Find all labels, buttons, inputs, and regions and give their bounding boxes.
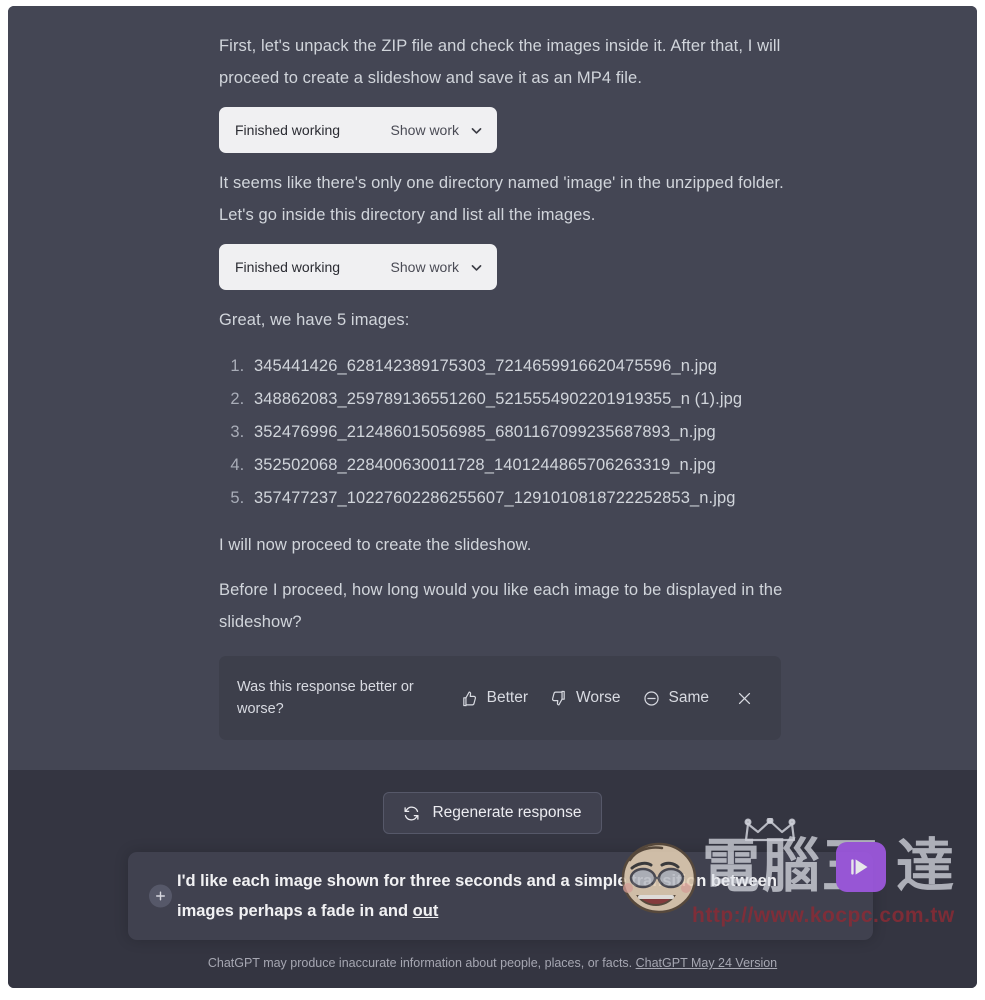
version-link[interactable]: ChatGPT May 24 Version (636, 956, 778, 970)
feedback-same-label: Same (668, 689, 710, 706)
composer-text-underlined: out (412, 902, 439, 920)
thumbs-down-icon (550, 690, 567, 707)
screenshot-page: First, let's unpack the ZIP file and che… (0, 0, 985, 1000)
paragraph-proceed: I will now proceed to create the slidesh… (219, 536, 532, 554)
assistant-message: First, let's unpack the ZIP file and che… (219, 30, 794, 740)
list-item: 352476996_212486015056985_68011670992356… (249, 416, 794, 449)
regenerate-response-label: Regenerate response (432, 804, 582, 821)
list-item: 357477237_10227602286255607_129101081872… (249, 482, 794, 515)
tool-pill-unzip[interactable]: Finished working Show work (219, 107, 497, 153)
feedback-worse-button[interactable]: Worse (539, 683, 632, 713)
file-list: 345441426_628142389175303_72146599166204… (219, 350, 794, 515)
regenerate-wrap: Regenerate response (8, 792, 977, 834)
show-work-label: Show work (390, 122, 459, 138)
show-work-label: Show work (390, 259, 459, 275)
disclaimer-footnote: ChatGPT may produce inaccurate informati… (8, 956, 977, 970)
paragraph-question: Before I proceed, how long would you lik… (219, 581, 783, 631)
close-icon (736, 690, 753, 707)
disclaimer-text: ChatGPT may produce inaccurate informati… (207, 956, 636, 970)
chatgpt-window: First, let's unpack the ZIP file and che… (8, 6, 977, 988)
feedback-better-button[interactable]: Better (450, 683, 539, 713)
feedback-worse-label: Worse (575, 689, 621, 706)
message-input-box[interactable]: I'd like each image shown for three seco… (128, 852, 873, 940)
plus-icon[interactable] (149, 884, 172, 908)
conversation-area: First, let's unpack the ZIP file and che… (8, 6, 977, 770)
tool-status-label: Finished working (235, 122, 341, 138)
feedback-same-button[interactable]: Same (632, 683, 721, 713)
chevron-down-icon[interactable] (470, 124, 483, 137)
tool-pill-right: Show work (391, 259, 483, 275)
feedback-better-label: Better (486, 689, 528, 706)
tool-pill-right: Show work (391, 122, 483, 138)
feedback-bar: Was this response better or worse? Bette… (219, 656, 781, 740)
minus-circle-icon (643, 690, 660, 707)
paragraph-intro: First, let's unpack the ZIP file and che… (219, 37, 781, 87)
paragraph-directory: It seems like there's only one directory… (219, 174, 784, 224)
tool-status-label: Finished working (235, 259, 341, 275)
watermark-cjk-right: 達 (896, 834, 957, 899)
thumbs-up-icon (461, 690, 478, 707)
list-item: 352502068_228400630011728_14012448657062… (249, 449, 794, 482)
feedback-close-button[interactable] (730, 684, 759, 713)
list-item: 345441426_628142389175303_72146599166204… (249, 350, 794, 383)
feedback-question: Was this response better or worse? (237, 679, 414, 717)
message-input-value[interactable]: I'd like each image shown for three seco… (177, 866, 822, 926)
composer-area: Regenerate response I'd like each image … (8, 770, 977, 988)
tool-pill-list[interactable]: Finished working Show work (219, 244, 497, 290)
composer-text-main: I'd like each image shown for three seco… (177, 872, 777, 920)
list-item: 348862083_259789136551260_52155549022019… (249, 383, 794, 416)
chevron-down-icon[interactable] (470, 261, 483, 274)
feedback-actions: Better Worse Same (450, 683, 759, 713)
refresh-icon (403, 805, 420, 822)
paragraph-count: Great, we have 5 images: (219, 311, 410, 329)
regenerate-response-button[interactable]: Regenerate response (383, 792, 602, 834)
